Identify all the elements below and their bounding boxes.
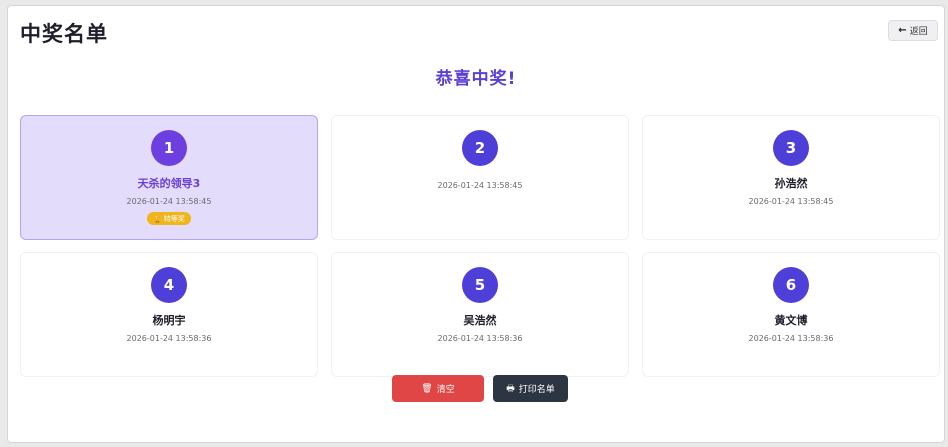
print-button-label: 打印名单 [518,385,555,395]
prize-badge: 🏆 特等奖 [147,212,191,225]
prize-badge-label: 特等奖 [163,214,185,223]
winner-name: 天杀的领导3 [137,177,201,190]
arrow-left-icon: ← [898,25,907,36]
rank-circle: 4 [151,267,187,303]
winner-card: 1 天杀的领导3 2026-01-24 13:58:45 🏆 特等奖 [20,115,318,240]
winner-name: 吴浩然 [463,314,497,327]
winner-card: 3 孙浩然 2026-01-24 13:58:45 [642,115,940,240]
clear-button[interactable]: 🗑 清空 [392,375,484,402]
draw-time: 2026-01-24 13:58:36 [437,334,523,343]
rank-circle: 2 [462,130,498,166]
trash-icon: 🗑 [421,383,433,394]
action-bar: 🗑 清空 🖶 打印名单 [392,375,568,402]
page-title: 中奖名单 [20,22,108,46]
rank-circle: 3 [773,130,809,166]
rank-circle: 5 [462,267,498,303]
printer-icon: 🖶 [506,383,515,394]
congrats-heading: 恭喜中奖! [435,69,517,89]
winner-card: 2 2026-01-24 13:58:45 [331,115,629,240]
draw-time: 2026-01-24 13:58:45 [437,181,523,190]
winner-list-window: 中奖名单 ← 返回 恭喜中奖! 1 天杀的领导3 2026-01-24 13:5… [8,6,944,442]
winner-name: 黄文博 [774,314,808,327]
draw-time: 2026-01-24 13:58:36 [748,334,834,343]
winner-name: 孙浩然 [774,177,808,190]
winner-card: 6 黄文博 2026-01-24 13:58:36 [642,252,940,377]
draw-time: 2026-01-24 13:58:36 [126,334,212,343]
draw-time: 2026-01-24 13:58:45 [748,197,834,206]
print-button[interactable]: 🖶 打印名单 [493,375,568,402]
back-button[interactable]: ← 返回 [888,20,938,41]
winner-grid: 1 天杀的领导3 2026-01-24 13:58:45 🏆 特等奖 2 202… [20,115,944,377]
rank-circle: 1 [151,130,187,166]
winner-card: 4 杨明宇 2026-01-24 13:58:36 [20,252,318,377]
winner-name: 杨明宇 [152,314,186,327]
draw-time: 2026-01-24 13:58:45 [126,197,212,206]
winner-card: 5 吴浩然 2026-01-24 13:58:36 [331,252,629,377]
clear-button-label: 清空 [436,385,455,395]
back-button-label: 返回 [909,27,928,37]
rank-circle: 6 [773,267,809,303]
trophy-icon: 🏆 [153,214,162,223]
